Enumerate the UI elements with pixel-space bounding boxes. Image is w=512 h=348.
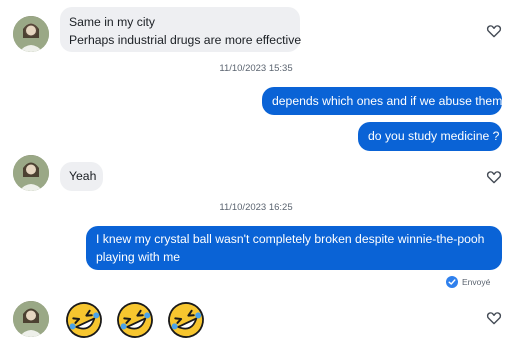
- check-icon: [446, 276, 458, 288]
- heart-icon[interactable]: [486, 169, 502, 185]
- delivery-status: Envoyé: [446, 276, 490, 288]
- avatar[interactable]: [13, 155, 49, 191]
- outgoing-message[interactable]: depends which ones and if we abuse them: [262, 87, 502, 115]
- status-label: Envoyé: [462, 277, 491, 287]
- timestamp: 11/10/2023 15:35: [219, 63, 293, 74]
- message-line: Perhaps industrial drugs are more effect…: [69, 33, 302, 47]
- incoming-message[interactable]: Yeah: [60, 162, 103, 191]
- outgoing-message[interactable]: do you study medicine ?: [358, 122, 502, 151]
- outgoing-message[interactable]: I knew my crystal ball wasn't completely…: [86, 226, 502, 270]
- avatar[interactable]: [13, 301, 49, 337]
- avatar[interactable]: [13, 16, 49, 52]
- chat-thread: Same in my city Perhaps industrial drugs…: [0, 0, 512, 348]
- incoming-message[interactable]: Same in my city Perhaps industrial drugs…: [60, 7, 302, 52]
- message-line: I knew my crystal ball wasn't completely…: [96, 232, 485, 246]
- message-line: playing with me: [96, 250, 180, 264]
- rolling-on-floor-laughing-icon[interactable]: [166, 300, 206, 340]
- timestamp: 11/10/2023 16:25: [219, 202, 293, 213]
- heart-icon[interactable]: [486, 23, 502, 39]
- rolling-on-floor-laughing-icon[interactable]: [64, 300, 104, 340]
- rolling-on-floor-laughing-icon[interactable]: [115, 300, 155, 340]
- heart-icon[interactable]: [486, 310, 502, 326]
- message-line: Same in my city: [69, 15, 156, 29]
